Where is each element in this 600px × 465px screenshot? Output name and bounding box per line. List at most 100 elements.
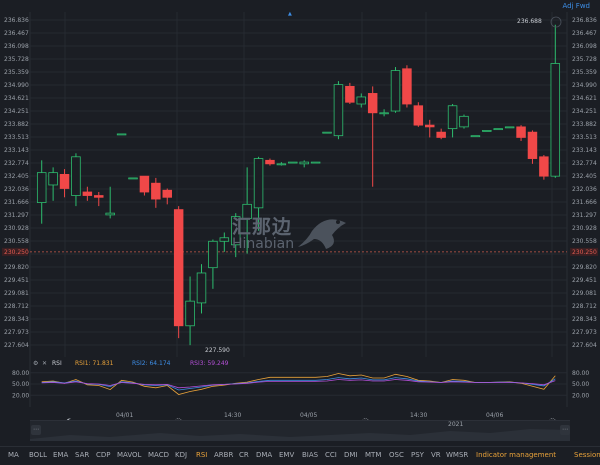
indicator-dma[interactable]: DMA <box>256 451 272 459</box>
price-tick-label-right: 235.359 <box>572 69 597 76</box>
price-tick-label-right: 230.558 <box>572 238 597 245</box>
nav-left-handle[interactable]: ⋯ <box>31 425 41 435</box>
candle-body <box>516 126 526 138</box>
candle-body <box>310 161 321 164</box>
candle-body <box>151 182 161 200</box>
price-tick-label-left: 229.081 <box>4 290 29 297</box>
candle-body <box>470 135 481 138</box>
price-tick-label-left: 232.036 <box>4 186 29 193</box>
price-tick-label-left: 234.990 <box>4 82 29 89</box>
indicator-sar[interactable]: SAR <box>75 451 89 459</box>
candle-body <box>71 156 81 196</box>
low-price-label: 227.590 <box>205 347 230 354</box>
indicator-cci[interactable]: CCI <box>325 451 337 459</box>
indicator-management[interactable]: Indicator management <box>476 451 556 459</box>
indicator-boll[interactable]: BOLL <box>29 451 47 459</box>
price-tick-label-left: 235.728 <box>4 56 29 63</box>
candle-body <box>36 172 47 203</box>
indicator-ma[interactable]: MA <box>8 451 19 459</box>
indicator-ema[interactable]: EMA <box>53 451 68 459</box>
price-tick-label-left: 229.451 <box>4 277 29 284</box>
rsi1-label: RSI1: 71.831 <box>75 360 114 367</box>
rsi-tick-right: 80.00 <box>572 370 589 377</box>
indicator-cr[interactable]: CR <box>239 451 249 459</box>
range-navigator[interactable] <box>30 420 570 441</box>
candle-body <box>128 177 138 180</box>
rsi-close-icon[interactable]: ✕ <box>42 360 47 367</box>
time-label-0401: 04/01 <box>116 412 134 419</box>
candle-body <box>173 209 184 327</box>
candle-body <box>345 85 355 103</box>
price-tick-label-left: 230.928 <box>4 225 29 232</box>
price-tick-label-right: 233.143 <box>572 147 597 154</box>
time-label-0405: 04/05 <box>300 412 318 419</box>
sun-icon <box>175 410 182 425</box>
candle-body <box>59 174 70 189</box>
indicator-mavol[interactable]: MAVOL <box>117 451 141 459</box>
moon-icon <box>66 410 73 425</box>
price-tick-label-right: 231.666 <box>572 199 597 206</box>
indicator-osc[interactable]: OSC <box>389 451 404 459</box>
rsi-tick-left: 20.00 <box>12 392 29 399</box>
indicator-vr[interactable]: VR <box>431 451 441 459</box>
sun-icon <box>549 410 556 425</box>
price-tick-label-left: 230.558 <box>4 238 29 245</box>
price-tick-label-left: 233.513 <box>4 134 29 141</box>
price-tick-label-right: 230.928 <box>572 225 597 232</box>
candle-body <box>82 191 93 196</box>
price-tick-label-right: 229.451 <box>572 277 597 284</box>
indicator-bias[interactable]: BIAS <box>302 451 318 459</box>
rsi-tick-right: 50.00 <box>572 381 589 388</box>
candle-body <box>105 212 115 216</box>
indicator-dmi[interactable]: DMI <box>344 451 358 459</box>
price-tick-label-right: 233.882 <box>572 121 597 128</box>
candle-body <box>459 115 469 128</box>
price-tick-label-right: 228.343 <box>572 316 597 323</box>
price-tick-label-left: 233.143 <box>4 147 29 154</box>
candlestick-chart[interactable]: 236.836 236.836 236.467 236.467 236.098 236.0… <box>0 0 600 357</box>
candle-body <box>527 131 538 159</box>
price-tick-label-right: 232.774 <box>572 160 597 167</box>
price-tick-label-right: 235.728 <box>572 56 597 63</box>
indicator-wmsr[interactable]: WMSR <box>446 451 468 459</box>
candle-body <box>482 129 492 132</box>
navigator-area <box>30 429 570 441</box>
price-tick-label-left: 227.973 <box>4 329 29 336</box>
indicator-arbr[interactable]: ARBR <box>214 451 233 459</box>
current-price-label-right: 230.250 <box>572 249 597 256</box>
candle-body <box>185 300 195 327</box>
indicator-macd[interactable]: MACD <box>148 451 169 459</box>
candle-body <box>253 158 264 209</box>
indicator-mtm[interactable]: MTM <box>365 451 381 459</box>
rsi-tick-left: 50.00 <box>12 381 29 388</box>
price-tick-label-left: 236.098 <box>4 43 29 50</box>
rsi3-label: RSI3: 59.249 <box>190 360 229 367</box>
indicator-emv[interactable]: EMV <box>279 451 294 459</box>
candle-body <box>322 131 332 134</box>
indicator-psy[interactable]: PSY <box>411 451 424 459</box>
high-price-label: 236.688 <box>517 18 542 25</box>
indicator-rsi[interactable]: RSI <box>196 451 207 459</box>
time-label-0406: 04/06 <box>486 412 504 419</box>
price-tick-label-left: 231.297 <box>4 212 29 219</box>
price-tick-label-right: 236.467 <box>572 30 597 37</box>
price-tick-label-left: 236.467 <box>4 30 29 37</box>
indicator-session[interactable]: Session <box>574 451 600 459</box>
sun-icon <box>362 410 369 425</box>
candle-body <box>276 163 287 166</box>
rsi-settings-icon[interactable]: ⚙ <box>33 360 38 367</box>
price-tick-label-right: 227.973 <box>572 329 597 336</box>
nav-right-handle[interactable]: ⋯ <box>560 425 570 435</box>
candle-body <box>162 189 172 198</box>
candle-body <box>288 161 298 164</box>
candle-body <box>379 112 389 115</box>
candle-body <box>208 240 218 269</box>
candle-body <box>539 156 549 177</box>
price-tick-label-left: 232.774 <box>4 160 29 167</box>
candle-body <box>48 172 58 186</box>
rsi-tick-right: 20.00 <box>572 392 589 399</box>
indicator-kdj[interactable]: KDJ <box>175 451 187 459</box>
price-tick-label-left: 229.820 <box>4 264 29 271</box>
indicator-cdp[interactable]: CDP <box>96 451 111 459</box>
price-tick-label-left: 228.343 <box>4 316 29 323</box>
